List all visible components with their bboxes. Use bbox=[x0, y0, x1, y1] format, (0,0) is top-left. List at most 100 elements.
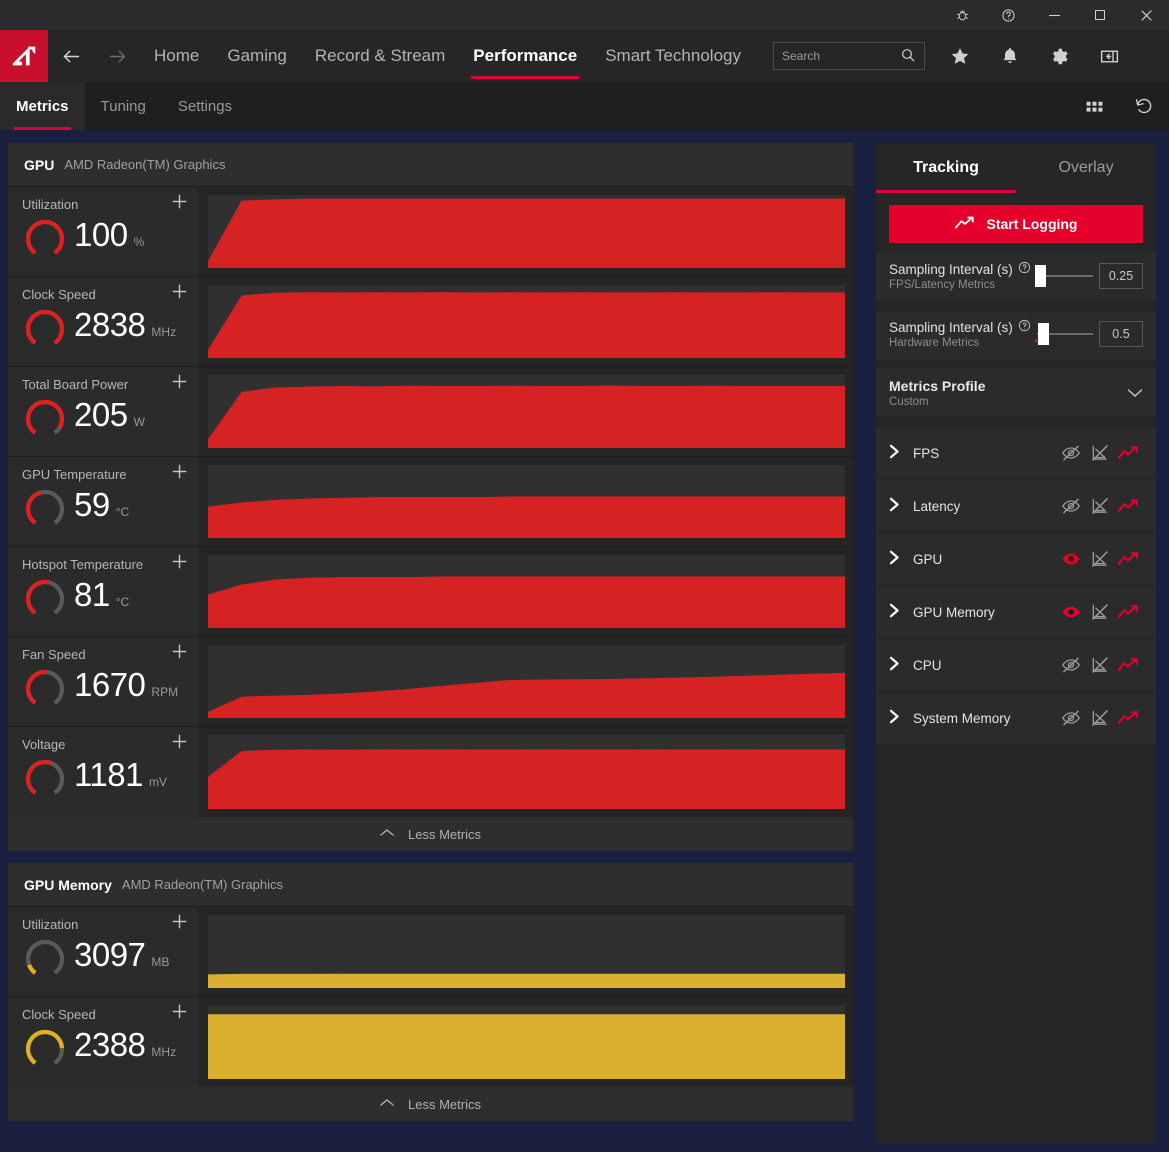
metric-chart-gpu-temperature[interactable] bbox=[198, 457, 853, 546]
chevron-right-icon[interactable] bbox=[889, 444, 913, 463]
nav-item-performance[interactable]: Performance bbox=[459, 30, 591, 82]
chevron-right-icon[interactable] bbox=[889, 709, 913, 728]
metric-chart-utilization[interactable] bbox=[198, 187, 853, 276]
gpu-metric-total-board-power[interactable]: Total Board Power 205 W bbox=[8, 367, 198, 456]
metric-group-row-cpu[interactable]: CPU bbox=[876, 639, 1156, 692]
add-metric-icon[interactable] bbox=[171, 913, 188, 934]
metric-chart-voltage[interactable] bbox=[198, 727, 853, 817]
metric-group-row-gpu-memory[interactable]: GPU Memory bbox=[876, 586, 1156, 639]
add-metric-icon[interactable] bbox=[171, 283, 188, 304]
eye-hidden-icon[interactable] bbox=[1056, 708, 1085, 728]
search-icon[interactable] bbox=[900, 47, 916, 66]
add-metric-icon[interactable] bbox=[171, 643, 188, 664]
metric-chart-clock-speed[interactable] bbox=[198, 277, 853, 366]
chevron-right-icon[interactable] bbox=[889, 603, 913, 622]
metric-value: 100 bbox=[74, 216, 128, 253]
forward-button[interactable] bbox=[94, 30, 140, 82]
search-input[interactable]: Search bbox=[772, 42, 925, 70]
chart-area bbox=[208, 645, 845, 718]
eye-hidden-icon[interactable] bbox=[1056, 443, 1085, 463]
trend-up-icon[interactable] bbox=[1114, 711, 1143, 725]
reset-icon[interactable] bbox=[1119, 82, 1169, 130]
tab-metrics[interactable]: Metrics bbox=[0, 82, 85, 130]
gpu-metric-clock-speed[interactable]: Clock Speed 2838 MHz bbox=[8, 277, 198, 366]
add-metric-icon[interactable] bbox=[171, 1003, 188, 1024]
chevron-right-icon[interactable] bbox=[889, 550, 913, 569]
slider-knob[interactable] bbox=[1037, 323, 1049, 345]
gpu-memory-metric-clock-speed[interactable]: Clock Speed 2388 MHz bbox=[8, 997, 198, 1087]
grid-view-icon[interactable] bbox=[1069, 82, 1119, 130]
nav-item-smart-technology[interactable]: Smart Technology bbox=[591, 30, 755, 82]
metric-group-row-gpu[interactable]: GPU bbox=[876, 533, 1156, 586]
gpu-less-metrics-toggle[interactable]: Less Metrics bbox=[8, 817, 853, 851]
gpu-metric-gpu-temperature[interactable]: GPU Temperature 59 °C bbox=[8, 457, 198, 546]
info-icon[interactable] bbox=[1018, 261, 1031, 277]
nav-item-home[interactable]: Home bbox=[140, 30, 213, 82]
eye-visible-icon[interactable] bbox=[1056, 602, 1085, 622]
slider-knob[interactable] bbox=[1035, 265, 1047, 287]
chevron-right-icon[interactable] bbox=[889, 497, 913, 516]
sampling-slider-1[interactable] bbox=[1033, 323, 1093, 345]
nav-item-gaming[interactable]: Gaming bbox=[213, 30, 301, 82]
trend-up-icon[interactable] bbox=[1114, 446, 1143, 460]
start-logging-button[interactable]: Start Logging bbox=[889, 205, 1143, 243]
collapse-panel-icon[interactable] bbox=[1085, 30, 1135, 82]
add-metric-icon[interactable] bbox=[171, 733, 188, 754]
gpu-memory-less-metrics-toggle[interactable]: Less Metrics bbox=[8, 1087, 853, 1121]
chart-disabled-icon[interactable] bbox=[1085, 549, 1114, 569]
trend-up-icon[interactable] bbox=[1114, 605, 1143, 619]
back-button[interactable] bbox=[48, 30, 94, 82]
metric-group-row-fps[interactable]: FPS bbox=[876, 427, 1156, 480]
metric-chart-utilization[interactable] bbox=[198, 907, 853, 996]
metrics-profile-row[interactable]: Metrics Profile Custom bbox=[876, 369, 1156, 417]
minimize-button[interactable] bbox=[1031, 0, 1077, 30]
add-metric-icon[interactable] bbox=[171, 193, 188, 214]
chevron-down-icon[interactable] bbox=[1127, 385, 1143, 401]
maximize-button[interactable] bbox=[1077, 0, 1123, 30]
eye-hidden-icon[interactable] bbox=[1056, 496, 1085, 516]
chart-disabled-icon[interactable] bbox=[1085, 443, 1114, 463]
trend-up-icon[interactable] bbox=[1114, 658, 1143, 672]
gpu-metric-utilization[interactable]: Utilization 100 % bbox=[8, 187, 198, 276]
chart-disabled-icon[interactable] bbox=[1085, 496, 1114, 516]
star-icon[interactable] bbox=[935, 30, 985, 82]
metric-chart-hotspot-temperature[interactable] bbox=[198, 547, 853, 636]
gpu-metric-hotspot-temperature[interactable]: Hotspot Temperature 81 °C bbox=[8, 547, 198, 636]
tab-tuning[interactable]: Tuning bbox=[85, 82, 162, 130]
metric-chart-total-board-power[interactable] bbox=[198, 367, 853, 456]
metric-chart-clock-speed[interactable] bbox=[198, 997, 853, 1087]
sampling-slider-0[interactable] bbox=[1033, 265, 1093, 287]
chart-disabled-icon[interactable] bbox=[1085, 602, 1114, 622]
nav-item-record-stream[interactable]: Record & Stream bbox=[301, 30, 459, 82]
gpu-metric-voltage[interactable]: Voltage 1181 mV bbox=[8, 727, 198, 817]
gear-icon[interactable] bbox=[1035, 30, 1085, 82]
radeon-software-window: Home Gaming Record & Stream Performance … bbox=[0, 0, 1169, 1152]
trend-up-icon[interactable] bbox=[1114, 499, 1143, 513]
metric-group-row-latency[interactable]: Latency bbox=[876, 480, 1156, 533]
sampling-value-0[interactable]: 0.25 bbox=[1099, 263, 1143, 289]
amd-logo-icon[interactable] bbox=[0, 30, 48, 82]
tab-settings[interactable]: Settings bbox=[162, 82, 248, 130]
eye-hidden-icon[interactable] bbox=[1056, 655, 1085, 675]
chevron-right-icon[interactable] bbox=[889, 656, 913, 675]
eye-visible-icon[interactable] bbox=[1056, 549, 1085, 569]
close-button[interactable] bbox=[1123, 0, 1169, 30]
bug-report-icon[interactable] bbox=[939, 0, 985, 30]
tab-overlay[interactable]: Overlay bbox=[1016, 143, 1156, 193]
metric-chart-fan-speed[interactable] bbox=[198, 637, 853, 726]
chart-disabled-icon[interactable] bbox=[1085, 708, 1114, 728]
trend-up-icon[interactable] bbox=[1114, 552, 1143, 566]
bell-icon[interactable] bbox=[985, 30, 1035, 82]
tab-tracking[interactable]: Tracking bbox=[876, 143, 1016, 193]
info-icon[interactable] bbox=[1018, 319, 1031, 335]
section-tab-bar: Metrics Tuning Settings bbox=[0, 82, 1169, 130]
add-metric-icon[interactable] bbox=[171, 553, 188, 574]
add-metric-icon[interactable] bbox=[171, 463, 188, 484]
add-metric-icon[interactable] bbox=[171, 373, 188, 394]
help-icon[interactable] bbox=[985, 0, 1031, 30]
metric-group-row-system-memory[interactable]: System Memory bbox=[876, 692, 1156, 745]
sampling-value-1[interactable]: 0.5 bbox=[1099, 321, 1143, 347]
gpu-memory-metric-utilization[interactable]: Utilization 3097 MB bbox=[8, 907, 198, 996]
gpu-metric-fan-speed[interactable]: Fan Speed 1670 RPM bbox=[8, 637, 198, 726]
chart-disabled-icon[interactable] bbox=[1085, 655, 1114, 675]
